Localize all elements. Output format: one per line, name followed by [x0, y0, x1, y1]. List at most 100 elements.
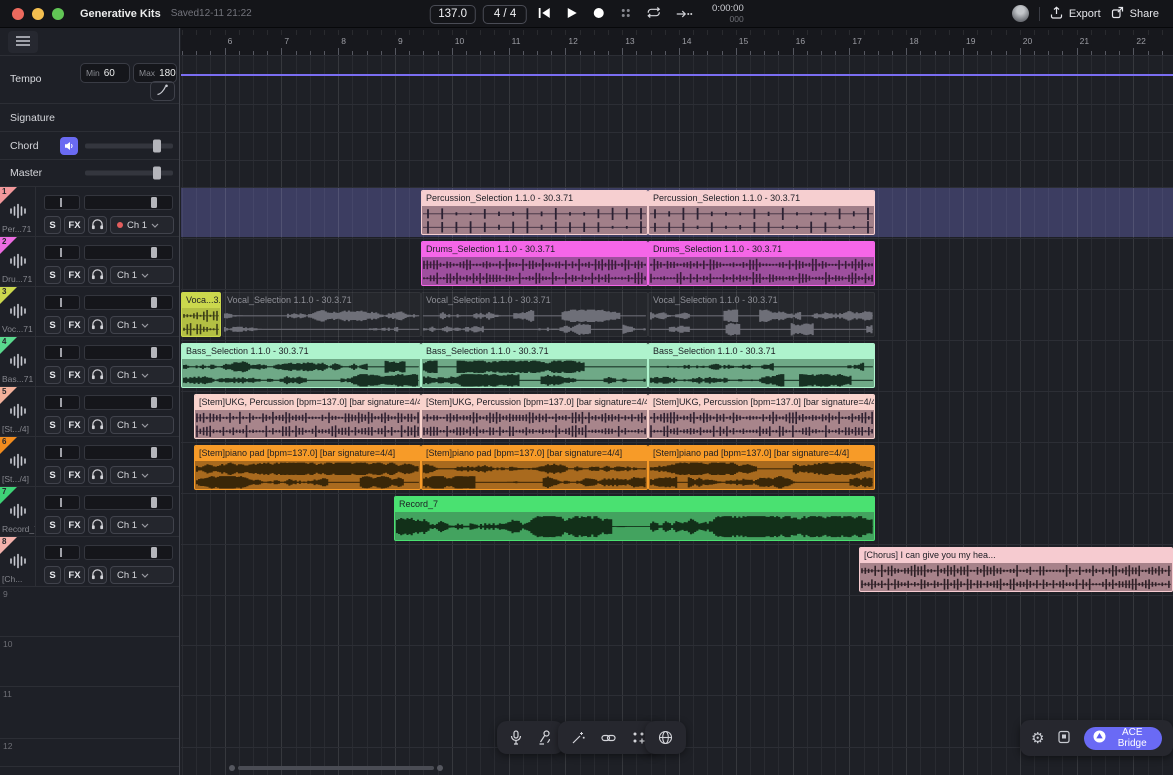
channel-select[interactable]: Ch 1	[110, 416, 174, 434]
chord-volume-slider[interactable]	[85, 139, 173, 152]
audio-clip[interactable]: Voca...3.71	[181, 292, 221, 337]
channel-select[interactable]: Ch 1	[110, 216, 174, 234]
horizontal-scrollbar[interactable]	[238, 766, 434, 770]
track-row[interactable]: 4Bas...71SFXCh 1	[0, 337, 179, 387]
solo-button[interactable]: S	[44, 516, 61, 534]
audio-clip[interactable]: [Stem]piano pad [bpm=137.0] [bar signatu…	[648, 445, 875, 490]
monitor-headphones-button[interactable]	[88, 566, 107, 584]
pan-slider[interactable]	[44, 395, 80, 410]
solo-button[interactable]: S	[44, 366, 61, 384]
close-window-button[interactable]	[12, 8, 24, 20]
solo-button[interactable]: S	[44, 466, 61, 484]
audio-clip[interactable]: [Chorus] I can give you my hea...	[859, 547, 1173, 592]
share-button[interactable]: Share	[1111, 6, 1159, 22]
fx-button[interactable]: FX	[64, 266, 85, 284]
audio-clip[interactable]: Drums_Selection 1.1.0 - 30.3.71	[421, 241, 648, 286]
tempo-max-input[interactable]: Max 180	[133, 63, 177, 83]
fx-button[interactable]: FX	[64, 566, 85, 584]
monitor-headphones-button[interactable]	[88, 316, 107, 334]
volume-slider[interactable]	[84, 295, 173, 310]
loop-button[interactable]	[643, 4, 665, 24]
menu-button[interactable]	[8, 31, 38, 53]
pan-slider[interactable]	[44, 545, 80, 560]
skip-back-button[interactable]	[534, 5, 555, 24]
follow-playhead-button[interactable]	[672, 5, 697, 24]
volume-slider[interactable]	[84, 345, 173, 360]
record-button[interactable]	[589, 5, 609, 24]
monitor-headphones-button[interactable]	[88, 466, 107, 484]
channel-select[interactable]: Ch 1	[110, 316, 174, 334]
channel-select[interactable]: Ch 1	[110, 516, 174, 534]
monitor-headphones-button[interactable]	[88, 216, 107, 234]
audio-clip[interactable]: Percussion_Selection 1.1.0 - 30.3.71	[648, 190, 875, 235]
ace-bridge-button[interactable]: ACE Bridge	[1084, 727, 1162, 750]
pan-slider[interactable]	[44, 195, 80, 210]
fx-button[interactable]: FX	[64, 466, 85, 484]
microphone-icon[interactable]	[510, 730, 522, 745]
pan-slider[interactable]	[44, 245, 80, 260]
pan-slider[interactable]	[44, 295, 80, 310]
channel-select[interactable]: Ch 1	[110, 266, 174, 284]
channel-select[interactable]: Ch 1	[110, 566, 174, 584]
track-row[interactable]: 1Per...71SFXCh 1	[0, 187, 179, 237]
tempo-display[interactable]: 137.0	[429, 5, 476, 24]
fx-button[interactable]: FX	[64, 316, 85, 334]
export-button[interactable]: Export	[1050, 6, 1101, 22]
pan-slider[interactable]	[44, 495, 80, 510]
volume-slider[interactable]	[84, 395, 173, 410]
audio-clip[interactable]: Percussion_Selection 1.1.0 - 30.3.71	[421, 190, 648, 235]
audio-clip[interactable]: [Stem]piano pad [bpm=137.0] [bar signatu…	[421, 445, 648, 490]
audio-clip[interactable]: Bass_Selection 1.1.0 - 30.3.71	[648, 343, 875, 388]
timeline-ruler[interactable]: 678910111213141516171819202122	[181, 28, 1173, 56]
audio-clip[interactable]: Vocal_Selection 1.1.0 - 30.3.71	[648, 292, 875, 337]
pan-slider[interactable]	[44, 345, 80, 360]
audio-clip[interactable]: [Stem]UKG, Percussion [bpm=137.0] [bar s…	[648, 394, 875, 439]
channel-select[interactable]: Ch 1	[110, 466, 174, 484]
vocal-mic-icon[interactable]	[538, 730, 551, 745]
audio-clip[interactable]: Bass_Selection 1.1.0 - 30.3.71	[421, 343, 648, 388]
tempo-automation-line[interactable]	[181, 74, 1173, 76]
audio-clip[interactable]: Bass_Selection 1.1.0 - 30.3.71	[181, 343, 421, 388]
volume-slider[interactable]	[84, 195, 173, 210]
audio-clip[interactable]: Record_7	[394, 496, 875, 541]
avatar[interactable]	[1012, 5, 1029, 22]
track-row[interactable]: 5[St.../4]SFXCh 1	[0, 387, 179, 437]
audio-clip[interactable]: Vocal_Selection 1.1.0 - 30.3.71	[421, 292, 648, 337]
fx-button[interactable]: FX	[64, 216, 85, 234]
solo-button[interactable]: S	[44, 266, 61, 284]
track-row[interactable]: 2Dru...71SFXCh 1	[0, 237, 179, 287]
track-row[interactable]: 7Record_7SFXCh 1	[0, 487, 179, 537]
audio-clip[interactable]: [Stem]UKG, Percussion [bpm=137.0] [bar s…	[194, 394, 421, 439]
settings-gear-icon[interactable]: ⚙	[1031, 731, 1044, 746]
volume-slider[interactable]	[84, 495, 173, 510]
solo-button[interactable]: S	[44, 566, 61, 584]
volume-slider[interactable]	[84, 245, 173, 260]
play-button[interactable]	[562, 5, 582, 24]
monitor-headphones-button[interactable]	[88, 266, 107, 284]
metronome-button[interactable]	[616, 5, 636, 24]
audio-clip[interactable]: Drums_Selection 1.1.0 - 30.3.71	[648, 241, 875, 286]
add-widget-icon[interactable]	[632, 731, 646, 745]
chord-audition-button[interactable]	[60, 137, 78, 155]
link-icon[interactable]	[601, 733, 616, 743]
solo-button[interactable]: S	[44, 416, 61, 434]
time-signature-display[interactable]: 4 / 4	[483, 5, 527, 24]
manual-icon[interactable]	[1057, 730, 1071, 747]
tempo-min-input[interactable]: Min 60	[80, 63, 130, 83]
fx-button[interactable]: FX	[64, 366, 85, 384]
minimize-window-button[interactable]	[32, 8, 44, 20]
fx-button[interactable]: FX	[64, 516, 85, 534]
fx-button[interactable]: FX	[64, 416, 85, 434]
audio-clip[interactable]: [Stem]piano pad [bpm=137.0] [bar signatu…	[194, 445, 421, 490]
track-row[interactable]: 8[Ch...SFXCh 1	[0, 537, 179, 587]
master-volume-slider[interactable]	[85, 167, 173, 180]
channel-select[interactable]: Ch 1	[110, 366, 174, 384]
magic-wand-icon[interactable]	[571, 731, 585, 745]
solo-button[interactable]: S	[44, 316, 61, 334]
tempo-edit-button[interactable]	[150, 81, 175, 101]
solo-button[interactable]: S	[44, 216, 61, 234]
track-row[interactable]: 3Voc...71SFXCh 1	[0, 287, 179, 337]
globe-icon[interactable]	[658, 730, 673, 745]
volume-slider[interactable]	[84, 445, 173, 460]
track-row[interactable]: 6[St.../4]SFXCh 1	[0, 437, 179, 487]
